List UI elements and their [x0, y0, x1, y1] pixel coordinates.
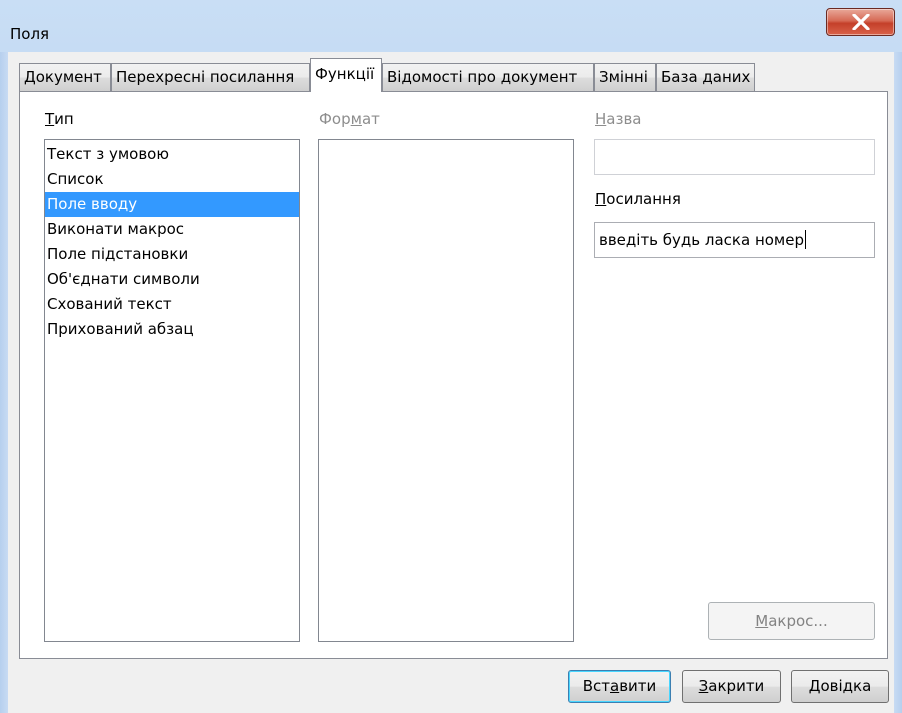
reference-field-value: введіть будь ласка номер: [599, 231, 804, 249]
close-window-button[interactable]: [826, 8, 895, 36]
tab-functions[interactable]: Функції: [310, 58, 382, 92]
name-field[interactable]: [594, 139, 875, 175]
type-label: Тип: [45, 110, 74, 128]
list-item[interactable]: Прихований абзац: [45, 317, 299, 342]
format-listbox[interactable]: [318, 139, 574, 642]
insert-button[interactable]: Вставити: [568, 670, 671, 703]
reference-field[interactable]: введіть будь ласка номер: [594, 222, 875, 258]
type-listbox[interactable]: Текст з умовою Список Поле вводу Виконат…: [44, 139, 300, 642]
list-item[interactable]: Поле підстановки: [45, 242, 299, 267]
list-item[interactable]: Виконати макрос: [45, 217, 299, 242]
title-bar: Поля: [0, 0, 902, 52]
list-item[interactable]: Об'єднати символи: [45, 267, 299, 292]
text-caret: [805, 230, 806, 249]
list-item[interactable]: Текст з умовою: [45, 142, 299, 167]
window-border-left: [0, 52, 8, 713]
tab-database[interactable]: База даних: [656, 63, 755, 91]
help-button[interactable]: Довідка: [791, 670, 889, 703]
macro-button[interactable]: Макрос...: [708, 602, 875, 640]
name-label: Назва: [595, 110, 642, 128]
window-title: Поля: [10, 25, 50, 43]
format-label: Формат: [319, 110, 380, 128]
close-button[interactable]: Закрити: [682, 670, 781, 703]
reference-label: Посилання: [595, 190, 681, 208]
list-item[interactable]: Схований текст: [45, 292, 299, 317]
tab-doc-info[interactable]: Відомості про документ: [382, 63, 594, 91]
list-item-selected[interactable]: Поле вводу: [45, 192, 299, 217]
tab-variables[interactable]: Змінні: [594, 63, 656, 91]
tab-cross-references[interactable]: Перехресні посилання: [111, 63, 310, 91]
tab-document[interactable]: Документ: [19, 63, 111, 91]
window-border-right: [894, 52, 902, 713]
close-icon: [852, 14, 870, 30]
list-item[interactable]: Список: [45, 167, 299, 192]
